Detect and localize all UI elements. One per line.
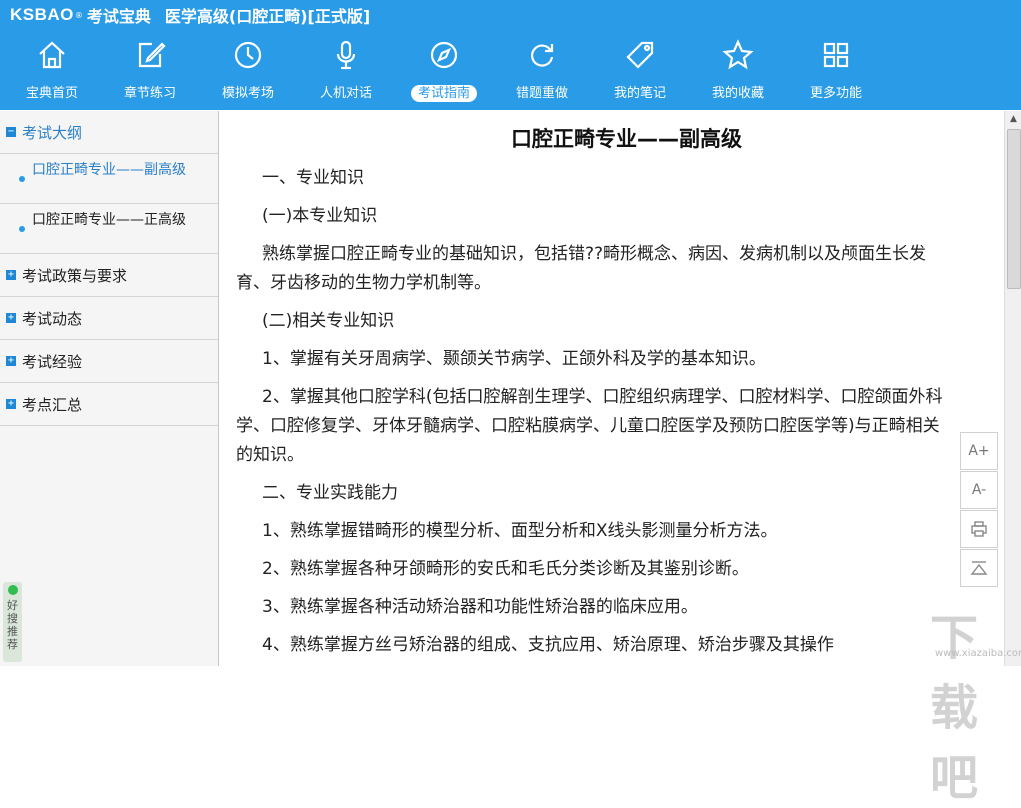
nav-label: 我的笔记 (613, 86, 666, 101)
sidebar: − 考试大纲 口腔正畸专业——副高级 口腔正畸专业——正高级 + 考试政策与要求… (0, 111, 219, 666)
paragraph: 1、掌握有关牙周病学、颞颌关节病学、正颌外科及学的基本知识。 (262, 349, 766, 369)
paragraph: 2、掌握其他口腔学科(包括口腔解剖生理学、口腔组织病理学、口腔材料学、口腔颌面外… (236, 387, 943, 465)
logo-brand: KSBAO (10, 5, 74, 24)
haosou-label: 好搜推荐 (7, 599, 18, 651)
tag-icon (626, 41, 654, 69)
reading-tools: A+ A- (960, 432, 998, 588)
nav-label: 模拟考场 (221, 86, 274, 101)
document-content: 口腔正畸专业——副高级 一、专业知识 (一)本专业知识 熟练掌握口腔正畸专业的基… (220, 111, 1003, 666)
watermark: 下载吧 (930, 610, 978, 806)
compass-icon (430, 41, 458, 69)
sidebar-section-header[interactable]: + 考试动态 (0, 297, 218, 339)
nav-chapter-practice[interactable]: 章节练习 (101, 30, 199, 110)
nav-exam-guide[interactable]: 考试指南 (395, 30, 493, 110)
sidebar-section-header[interactable]: + 考点汇总 (0, 383, 218, 425)
nav-dialogue[interactable]: 人机对话 (297, 30, 395, 110)
section-heading: 一、专业知识 (262, 168, 364, 188)
title-row: KSBAO ® 考试宝典 医学高级(口腔正畸)[正式版] (0, 0, 1021, 30)
watermark-url: www.xiazaiba.com (935, 648, 1021, 659)
sidebar-section-experience: + 考试经验 (0, 340, 218, 383)
nav-label: 错题重做 (515, 86, 568, 101)
sidebar-section-header[interactable]: + 考试政策与要求 (0, 254, 218, 296)
subsection-heading: (一)本专业知识 (262, 206, 378, 226)
scrollbar-thumb[interactable] (1007, 129, 1021, 289)
sidebar-item-senior[interactable]: 口腔正畸专业——正高级 (0, 203, 218, 253)
back-to-top-button[interactable] (960, 549, 998, 587)
paragraph: 1、熟练掌握错畸形的模型分析、面型分析和X线头影测量分析方法。 (262, 521, 778, 541)
nav-label: 更多功能 (809, 86, 862, 101)
sidebar-section-header[interactable]: + 考试经验 (0, 340, 218, 382)
nav-label: 宝典首页 (25, 86, 78, 101)
paragraph: 2、熟练掌握各种牙颌畸形的安氏和毛氏分类诊断及其鉴别诊断。 (262, 559, 749, 579)
logo: KSBAO ® 考试宝典 (10, 3, 151, 27)
star-icon (722, 39, 754, 70)
nav-label: 我的收藏 (711, 86, 764, 101)
sidebar-section-news: + 考试动态 (0, 297, 218, 340)
expand-icon[interactable]: + (6, 356, 16, 366)
paragraph: 4、熟练掌握方丝弓矫治器的组成、支抗应用、矫治原理、矫治步骤及其操作 (262, 635, 834, 655)
app-title: 医学高级(口腔正畸)[正式版] (164, 7, 371, 26)
expand-icon[interactable]: + (6, 399, 16, 409)
sidebar-item-label: 口腔正畸专业——副高级 (32, 162, 186, 178)
edit-icon (138, 42, 166, 68)
section-heading: 二、专业实践能力 (262, 483, 398, 503)
nav-my-favorites[interactable]: 我的收藏 (689, 30, 787, 110)
expand-icon[interactable]: + (6, 270, 16, 280)
clock-icon (234, 41, 262, 69)
collapse-icon[interactable]: − (6, 127, 16, 137)
logo-registered-mark: ® (74, 10, 83, 20)
nav-more[interactable]: 更多功能 (787, 30, 885, 110)
sidebar-section-label: 考试经验 (22, 352, 83, 371)
nav-redo-mistakes[interactable]: 错题重做 (493, 30, 591, 110)
nav-label: 人机对话 (319, 86, 372, 101)
font-increase-button[interactable]: A+ (960, 432, 998, 470)
expand-icon[interactable]: + (6, 313, 16, 323)
nav-mock-exam[interactable]: 模拟考场 (199, 30, 297, 110)
printer-icon (971, 521, 987, 537)
nav-my-notes[interactable]: 我的笔记 (591, 30, 689, 110)
logo-chinese-name: 考试宝典 (86, 7, 151, 26)
scroll-up-arrow-icon[interactable]: ▲ (1005, 111, 1021, 128)
sidebar-section-label: 考试大纲 (22, 123, 83, 142)
main-nav: 宝典首页 章节练习 模拟考场 人机对话 考试指南 错题重做 我的笔记 我的收藏 (0, 30, 1021, 110)
grid-icon (823, 42, 849, 68)
sidebar-section-syllabus: − 考试大纲 口腔正畸专业——副高级 口腔正畸专业——正高级 (0, 111, 218, 254)
refresh-icon (531, 44, 554, 67)
print-button[interactable] (960, 510, 998, 548)
home-icon (39, 41, 65, 69)
bullet-icon (19, 226, 25, 232)
status-dot-icon (7, 585, 18, 595)
subsection-heading: (二)相关专业知识 (262, 311, 395, 331)
app-header: KSBAO ® 考试宝典 医学高级(口腔正畸)[正式版] 宝典首页 章节练习 模… (0, 0, 1021, 110)
nav-home[interactable]: 宝典首页 (3, 30, 101, 110)
microphone-icon (336, 40, 356, 70)
bullet-icon (19, 176, 25, 182)
document-title: 口腔正畸专业——副高级 (511, 127, 742, 151)
sidebar-item-associate-senior[interactable]: 口腔正畸专业——副高级 (0, 153, 218, 203)
paragraph: 3、熟练掌握各种活动矫治器和功能性矫治器的临床应用。 (262, 597, 698, 617)
sidebar-section-label: 考试动态 (22, 309, 83, 328)
back-to-top-icon (970, 561, 988, 575)
nav-label: 考试指南 (410, 85, 477, 102)
font-decrease-button[interactable]: A- (960, 471, 998, 509)
sidebar-section-header[interactable]: − 考试大纲 (0, 111, 218, 153)
paragraph: 熟练掌握口腔正畸专业的基础知识，包括错??畸形概念、病因、发病机制以及颅面生长发… (236, 244, 927, 293)
sidebar-section-label: 考试政策与要求 (22, 266, 128, 285)
sidebar-item-label: 口腔正畸专业——正高级 (32, 212, 186, 228)
sidebar-section-label: 考点汇总 (22, 395, 83, 414)
sidebar-section-policy: + 考试政策与要求 (0, 254, 218, 297)
haosou-recommend-widget[interactable]: 好搜推荐 (3, 582, 22, 662)
vertical-scrollbar[interactable]: ▲ (1004, 111, 1021, 666)
nav-label: 章节练习 (123, 86, 176, 101)
sidebar-section-key-points: + 考点汇总 (0, 383, 218, 426)
